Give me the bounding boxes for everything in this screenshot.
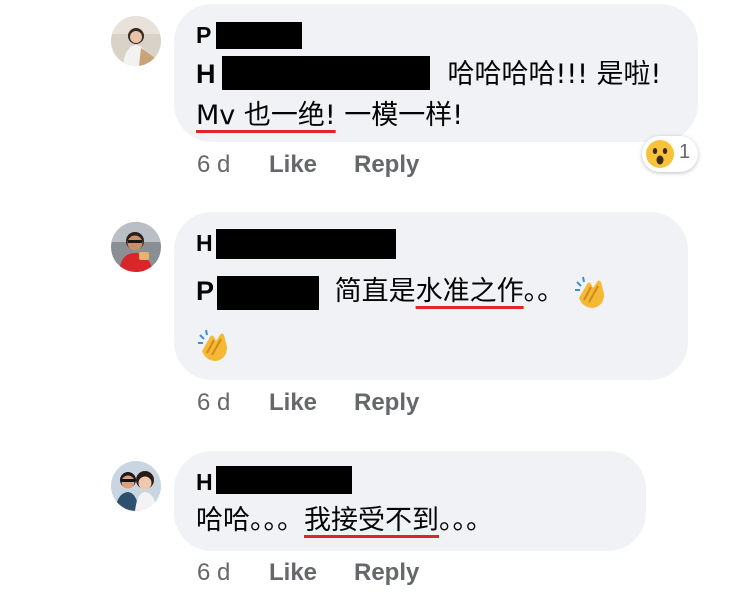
comment-1: P H 哈哈哈哈!!! 是啦! Mv 也一绝! 一模一样! 1 6 d Like … <box>0 0 746 200</box>
underlined-text: 我接受不到 <box>304 505 439 536</box>
comment-text-rest: 一模一样! <box>335 100 464 131</box>
like-button[interactable]: Like <box>269 151 317 179</box>
comment-author[interactable]: H <box>196 469 213 496</box>
comment-bubble: H 哈哈。。。我接受不到。。。 <box>174 451 646 551</box>
comment-author[interactable]: H <box>196 230 213 257</box>
comment-text-line2: Mv 也一绝! 一模一样! <box>196 95 463 137</box>
comment-3: H 哈哈。。。我接受不到。。。 6 d Like Reply <box>0 440 746 592</box>
avatar[interactable] <box>111 222 161 272</box>
comment-text-part: 。。 <box>523 276 565 307</box>
comment-timestamp[interactable]: 6 d <box>197 151 230 179</box>
redaction-bar <box>216 22 302 49</box>
comment-text-part: 哈哈。。。 <box>196 505 304 536</box>
reaction-count: 1 <box>679 141 691 163</box>
underlined-text: 水准之作 <box>415 276 524 307</box>
comment-bubble: P H 哈哈哈哈!!! 是啦! Mv 也一绝! 一模一样! <box>174 4 698 142</box>
comment-2: H P 简直是水准之作。。 6 d Like Reply <box>0 200 746 440</box>
reaction-summary[interactable]: 1 <box>642 136 698 172</box>
comment-text-part: 简直是 <box>326 276 416 307</box>
redaction-bar <box>216 229 396 259</box>
clapping-hands-icon <box>574 276 604 308</box>
comment-text-part: 。。。 <box>439 505 493 536</box>
reply-button[interactable]: Reply <box>354 559 419 587</box>
comment-bubble: H P 简直是水准之作。。 <box>174 212 688 380</box>
like-button[interactable]: Like <box>269 389 317 417</box>
comment-timestamp[interactable]: 6 d <box>197 389 230 417</box>
redaction-bar <box>217 276 319 310</box>
comment-text-line1: 哈哈哈哈!!! 是啦! <box>447 59 662 90</box>
avatar[interactable] <box>111 461 161 511</box>
mention-link[interactable]: H <box>196 59 216 89</box>
underlined-text: Mv 也一绝! <box>196 100 336 131</box>
comment-timestamp[interactable]: 6 d <box>197 559 230 587</box>
mention-link[interactable]: P <box>196 276 214 306</box>
comment-text-line2 <box>196 324 234 366</box>
comment-author[interactable]: P <box>196 22 211 49</box>
like-button[interactable]: Like <box>269 559 317 587</box>
redaction-bar <box>222 56 430 90</box>
wow-emoji-icon <box>646 140 674 168</box>
reply-button[interactable]: Reply <box>354 389 419 417</box>
comment-text: 哈哈。。。我接受不到。。。 <box>196 500 493 542</box>
redaction-bar <box>216 466 352 494</box>
clapping-hands-icon <box>198 329 227 361</box>
reply-button[interactable]: Reply <box>354 151 419 179</box>
avatar[interactable] <box>111 16 161 66</box>
